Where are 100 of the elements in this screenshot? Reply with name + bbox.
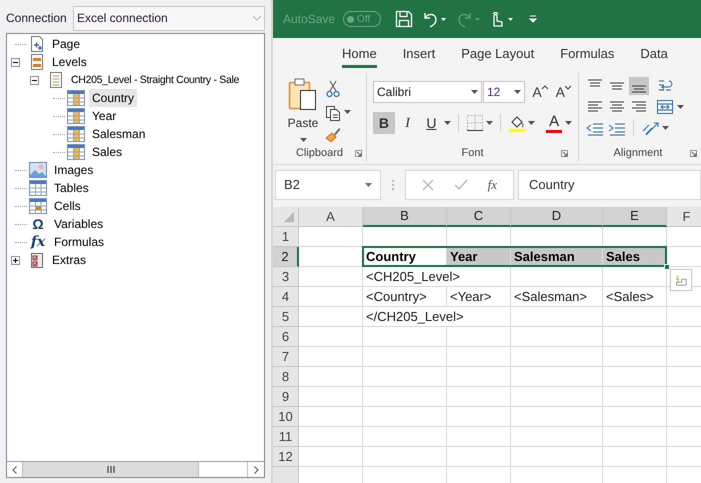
copy-icon[interactable] <box>325 103 341 121</box>
tree-item[interactable]: CH205_Level - Straight Country - Sale <box>68 71 242 89</box>
column-header[interactable]: D <box>511 207 603 227</box>
merge-cells-icon[interactable] <box>655 98 675 116</box>
scrollbar-thumb[interactable] <box>23 462 199 477</box>
fill-handle[interactable] <box>664 264 670 270</box>
group-label: Font <box>461 146 484 161</box>
tree-item[interactable]: Images <box>51 161 96 179</box>
formula-field[interactable]: Country <box>518 170 701 200</box>
row-header[interactable]: 12 <box>273 447 299 467</box>
table-cell <box>447 367 511 387</box>
table-cell <box>603 367 667 387</box>
caret-icon[interactable] <box>677 105 684 109</box>
dialog-launcher-icon[interactable] <box>561 150 568 157</box>
tree-item[interactable]: Salesman <box>89 125 148 143</box>
table-cell <box>603 407 667 427</box>
paste-button[interactable]: Paste <box>285 77 321 145</box>
column-header[interactable]: C <box>447 207 511 227</box>
check-icon[interactable] <box>454 179 468 191</box>
dialog-launcher-icon[interactable] <box>690 150 697 157</box>
row-header[interactable]: 7 <box>273 347 299 367</box>
collapse-icon[interactable] <box>30 76 39 84</box>
dialog-launcher-icon[interactable] <box>355 150 362 157</box>
column-header[interactable]: B <box>363 207 447 227</box>
font-name-field[interactable]: Calibri <box>373 81 482 103</box>
table-cell <box>299 267 363 287</box>
column-header[interactable]: F <box>667 207 701 227</box>
chevron-left-icon[interactable] <box>12 466 17 474</box>
scissors-icon[interactable] <box>325 80 341 98</box>
caret-icon[interactable] <box>344 110 351 114</box>
save-icon[interactable] <box>395 10 414 28</box>
table-cell <box>447 407 511 427</box>
insert-function-button[interactable]: fx <box>488 175 498 195</box>
table-cell <box>299 347 363 367</box>
caret-icon[interactable] <box>300 138 306 142</box>
tree-item[interactable]: Year <box>89 107 120 125</box>
underline-button[interactable]: U <box>420 112 442 134</box>
borders-icon[interactable] <box>466 114 484 132</box>
tree-item[interactable]: Cells <box>51 197 84 215</box>
ribbon-tab[interactable]: Formulas <box>547 38 628 70</box>
expand-icon[interactable] <box>11 256 20 264</box>
ribbon-tab[interactable]: Home <box>329 38 390 70</box>
table-cell <box>299 387 363 407</box>
table-cell <box>447 327 511 347</box>
paintbrush-icon[interactable] <box>325 126 341 142</box>
collapse-icon[interactable] <box>11 58 20 66</box>
tree-item[interactable]: Tables <box>51 179 92 197</box>
caret-icon[interactable] <box>514 90 522 94</box>
caret-icon[interactable] <box>528 121 536 125</box>
row-header[interactable]: 10 <box>273 407 299 427</box>
ribbon-tab[interactable]: Page Layout <box>448 38 548 70</box>
name-box[interactable]: B2 <box>275 170 381 200</box>
tree-item[interactable]: Levels <box>49 53 90 71</box>
caret-icon[interactable] <box>365 183 372 187</box>
ribbon-tab[interactable]: Data <box>627 38 681 70</box>
checklist-icon <box>29 252 45 268</box>
align-bottom-icon[interactable] <box>629 77 649 95</box>
fill-color-icon[interactable] <box>508 114 526 132</box>
caret-icon[interactable] <box>444 121 452 125</box>
quick-analysis-icon[interactable] <box>670 269 692 291</box>
function-icon: fx <box>29 234 47 250</box>
column-header[interactable]: E <box>603 207 667 227</box>
tree-item[interactable]: Page <box>49 35 84 53</box>
table-cell <box>299 227 363 247</box>
grow-font-button[interactable]: A <box>531 82 549 102</box>
tree-item[interactable]: Country <box>89 89 138 107</box>
row-header[interactable]: 1 <box>273 227 299 247</box>
table-column-icon <box>67 90 85 106</box>
column-header[interactable]: A <box>299 207 363 227</box>
table-cell <box>299 427 363 447</box>
row-header[interactable]: 3 <box>273 267 299 287</box>
caret-icon[interactable] <box>662 126 669 130</box>
bold-button[interactable]: B <box>373 112 395 134</box>
horizontal-scrollbar[interactable] <box>7 461 264 477</box>
caret-icon[interactable] <box>565 121 572 125</box>
connection-dropdown[interactable]: Excel connection <box>73 6 265 30</box>
row-header[interactable]: 8 <box>273 367 299 387</box>
row-header[interactable]: 2 <box>273 247 299 267</box>
caret-icon[interactable] <box>486 121 494 125</box>
table-cell <box>299 287 363 307</box>
row-header[interactable]: 9 <box>273 387 299 407</box>
font-size-field[interactable]: 12 <box>483 81 526 103</box>
row-header[interactable]: 5 <box>273 307 299 327</box>
row-header[interactable]: 11 <box>273 427 299 447</box>
row-header[interactable]: 4 <box>273 287 299 307</box>
table-cell: </CH205_Level> <box>363 307 511 327</box>
tree-item[interactable]: Extras <box>49 251 90 269</box>
customize-icon[interactable] <box>529 15 538 23</box>
shrink-font-button[interactable]: A <box>554 82 572 102</box>
tree-item[interactable]: Formulas <box>51 233 108 251</box>
row-header[interactable]: 6 <box>273 327 299 347</box>
italic-button[interactable]: I <box>396 112 418 134</box>
table-cell: <CH205_Level> <box>363 267 511 287</box>
table-column-icon <box>67 126 85 142</box>
ribbon-tab[interactable]: Insert <box>390 38 448 70</box>
font-color-button[interactable]: A <box>545 114 564 132</box>
caret-icon[interactable] <box>471 90 478 94</box>
tree-item[interactable]: Variables <box>51 215 106 233</box>
tree-item[interactable]: Sales <box>89 143 126 161</box>
chevron-right-icon[interactable] <box>254 466 258 474</box>
